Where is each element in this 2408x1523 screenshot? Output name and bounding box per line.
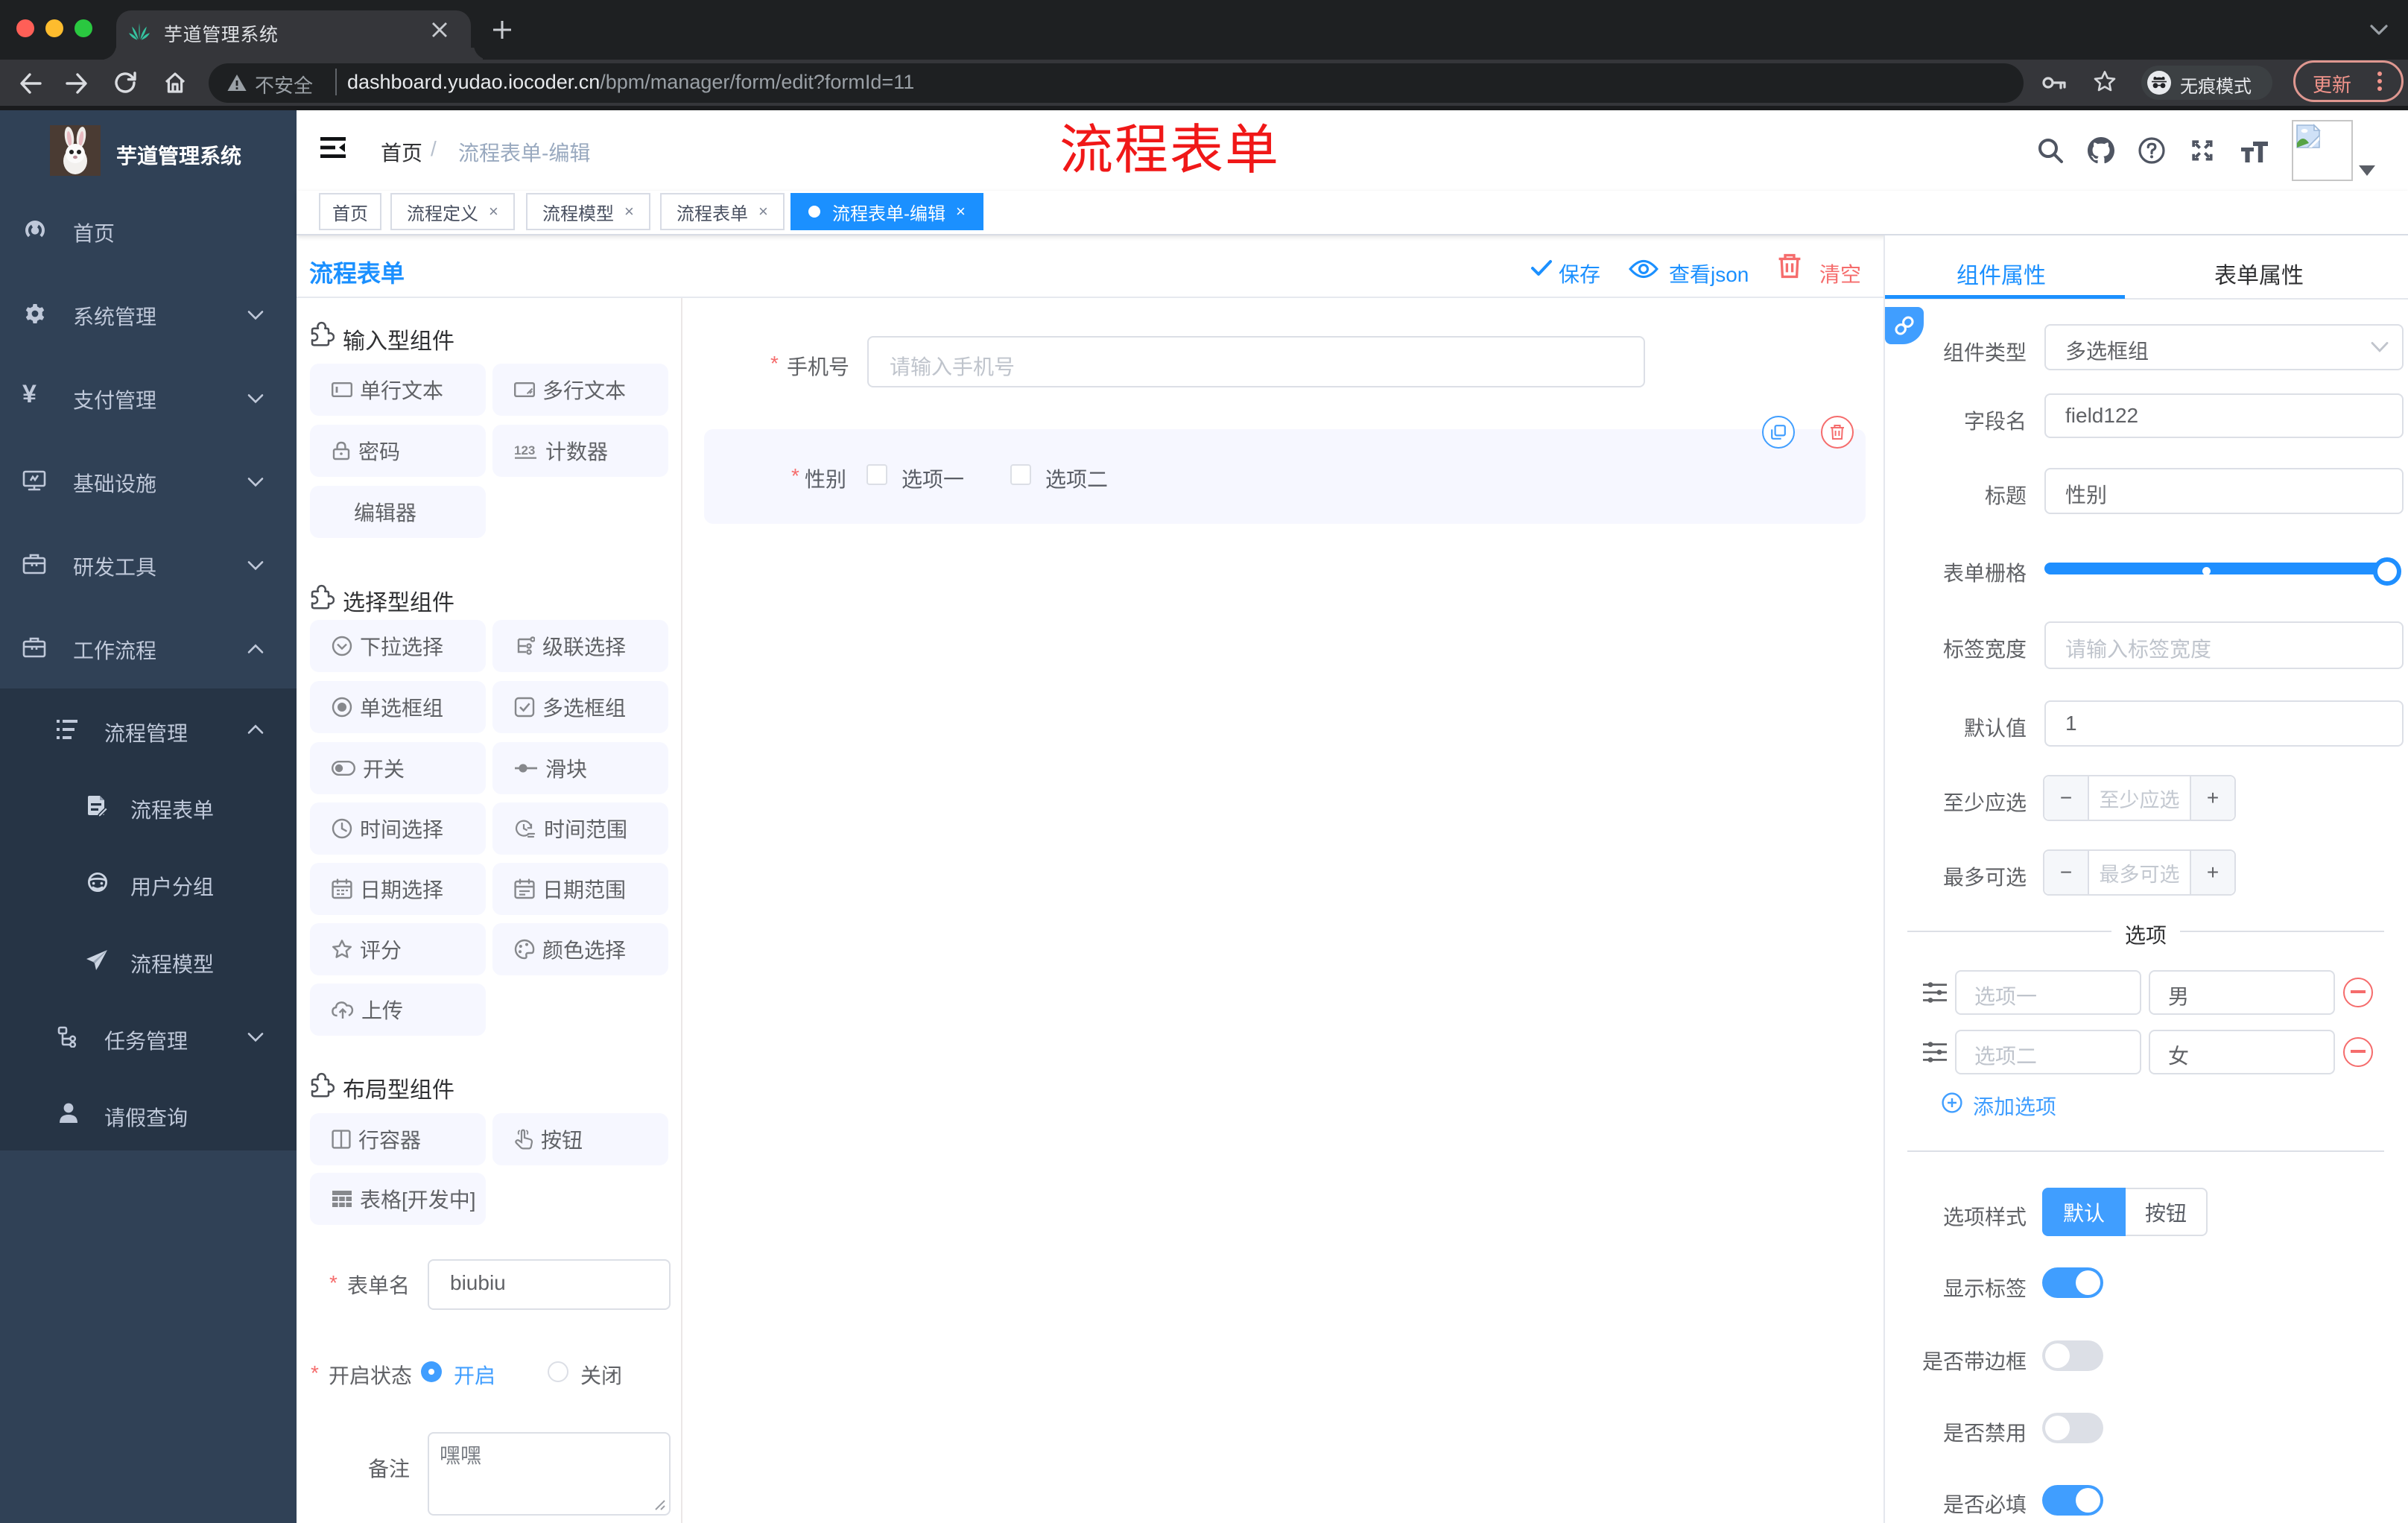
svg-text:123: 123: [514, 443, 535, 457]
